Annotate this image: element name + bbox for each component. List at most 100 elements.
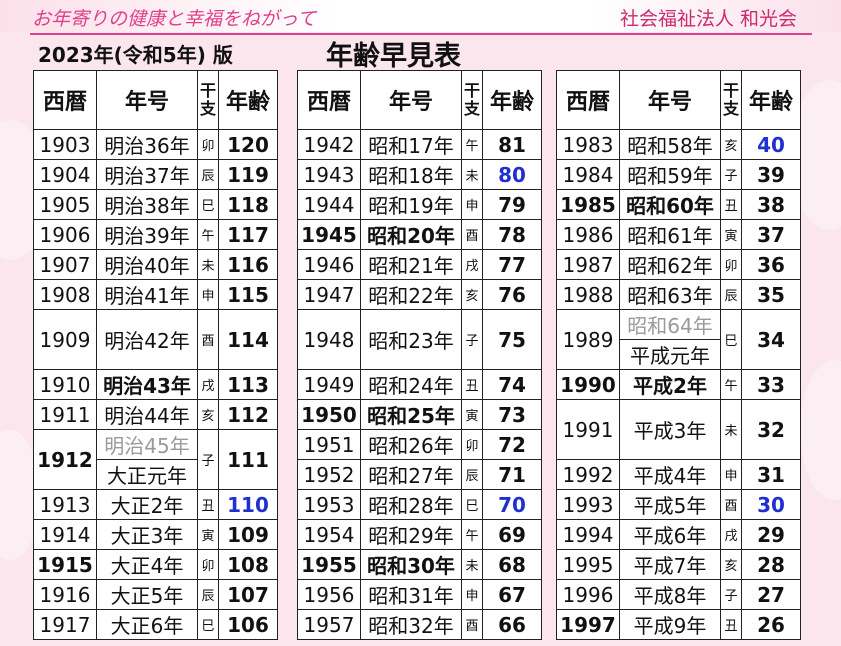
- year-cell: 1914: [34, 520, 96, 549]
- era-cell: 昭和20年: [361, 220, 461, 249]
- age-table-1: 西暦 年号 干支 年齢 1903 明治36年卯 120 1904 明治37年辰 119 19…: [33, 70, 278, 640]
- age-cell: 112: [219, 400, 277, 429]
- era-cell: 明治37年: [97, 160, 197, 189]
- age-cell: 107: [219, 580, 277, 609]
- table-row: 1915 大正4年卯 108: [34, 550, 277, 579]
- table-row: 1983 昭和58年亥 40: [557, 130, 800, 159]
- zodiac-cell: 未: [198, 250, 218, 279]
- table-row: 1995 平成7年亥 28: [557, 550, 800, 579]
- zodiac-cell: 申: [462, 580, 482, 609]
- year-cell: 1907: [34, 250, 96, 279]
- era-cell: 明治41年: [97, 280, 197, 309]
- zodiac-cell: 卯: [198, 130, 218, 159]
- age-cell: 30: [742, 490, 800, 519]
- age-cell: 74: [483, 370, 541, 399]
- age-cell: 81: [483, 130, 541, 159]
- table-row: 1913 大正2年丑 110: [34, 490, 277, 519]
- header-zodiac-top: 干: [199, 81, 216, 100]
- era-cell: 明治43年: [97, 370, 197, 399]
- table-row: 1916 大正5年辰 107: [34, 580, 277, 609]
- age-cell: 110: [219, 490, 277, 519]
- age-cell: 39: [742, 160, 800, 189]
- year-cell: 1954: [298, 520, 360, 549]
- header-zodiac-top: 干: [722, 81, 739, 100]
- era-cell: 昭和22年: [361, 280, 461, 309]
- era-cell: 昭和63年: [620, 280, 720, 309]
- zodiac-cell: 丑: [721, 610, 741, 639]
- year-cell: 1944: [298, 190, 360, 219]
- age-cell: 108: [219, 550, 277, 579]
- era-cell: 平成8年: [620, 580, 720, 609]
- age-cell: 67: [483, 580, 541, 609]
- year-cell: 1995: [557, 550, 619, 579]
- age-cell: 113: [219, 370, 277, 399]
- table-row: 1906 明治39年午 117: [34, 220, 277, 249]
- header-zodiac: 干支: [721, 71, 741, 129]
- era-cell: 明治39年: [97, 220, 197, 249]
- year-cell: 1988: [557, 280, 619, 309]
- age-cell: 73: [483, 400, 541, 429]
- table-row: 1917 大正6年巳 106: [34, 610, 277, 639]
- table-row: 1909 明治42年酉 114: [34, 310, 277, 369]
- age-cell: 66: [483, 610, 541, 639]
- era-old-label: 明治45年: [97, 430, 197, 460]
- era-cell: 明治44年: [97, 400, 197, 429]
- age-cell: 29: [742, 520, 800, 549]
- era-cell: 昭和29年: [361, 520, 461, 549]
- table-row: 1984 昭和59年子 39: [557, 160, 800, 189]
- zodiac-cell: 寅: [462, 400, 482, 429]
- age-cell: 34: [742, 310, 800, 369]
- era-old-label: 昭和64年: [620, 310, 720, 340]
- zodiac-cell: 子: [198, 430, 218, 489]
- year-cell: 1991: [557, 400, 619, 459]
- year-cell: 1953: [298, 490, 360, 519]
- table-row: 1904 明治37年辰 119: [34, 160, 277, 189]
- background-bubble: [800, 360, 841, 500]
- era-cell: 昭和23年: [361, 310, 461, 369]
- table-row: 1955 昭和30年未 68: [298, 550, 541, 579]
- era-cell: 昭和25年: [361, 400, 461, 429]
- age-cell: 117: [219, 220, 277, 249]
- age-cell: 70: [483, 490, 541, 519]
- era-cell: 昭和24年: [361, 370, 461, 399]
- age-cell: 118: [219, 190, 277, 219]
- zodiac-cell: 酉: [198, 310, 218, 369]
- zodiac-cell: 寅: [721, 220, 741, 249]
- table-row: 1952 昭和27年辰 71: [298, 460, 541, 489]
- zodiac-cell: 巳: [198, 190, 218, 219]
- age-cell: 26: [742, 610, 800, 639]
- zodiac-cell: 午: [198, 220, 218, 249]
- age-cell: 28: [742, 550, 800, 579]
- table-row: 1992 平成4年申 31: [557, 460, 800, 489]
- header-year: 西暦: [298, 71, 360, 129]
- year-cell: 1915: [34, 550, 96, 579]
- table-row: 1912 明治45年 大正元年子 111: [34, 430, 277, 489]
- year-cell: 1942: [298, 130, 360, 159]
- zodiac-cell: 卯: [462, 430, 482, 459]
- age-cell: 31: [742, 460, 800, 489]
- table-row: 1989 昭和64年 平成元年巳 34: [557, 310, 800, 369]
- era-cell: 昭和31年: [361, 580, 461, 609]
- year-cell: 1943: [298, 160, 360, 189]
- page-title: 年齢早見表: [326, 41, 461, 72]
- age-cell: 27: [742, 580, 800, 609]
- zodiac-cell: 巳: [721, 310, 741, 369]
- header-year: 西暦: [34, 71, 96, 129]
- age-cell: 116: [219, 250, 277, 279]
- age-cell: 35: [742, 280, 800, 309]
- year-cell: 1992: [557, 460, 619, 489]
- table-row: 1956 昭和31年申 67: [298, 580, 541, 609]
- table-row: 1988 昭和63年辰 35: [557, 280, 800, 309]
- era-cell: 明治42年: [97, 310, 197, 369]
- zodiac-cell: 未: [462, 160, 482, 189]
- organization-name: 社会福祉法人 和光会: [619, 8, 797, 30]
- header-zodiac-bottom: 支: [199, 99, 216, 118]
- age-cell: 77: [483, 250, 541, 279]
- zodiac-cell: 卯: [198, 550, 218, 579]
- age-cell: 80: [483, 160, 541, 189]
- zodiac-cell: 午: [462, 130, 482, 159]
- table-row: 1946 昭和21年戌 77: [298, 250, 541, 279]
- zodiac-cell: 申: [721, 460, 741, 489]
- era-cell: 平成6年: [620, 520, 720, 549]
- age-cell: 32: [742, 400, 800, 459]
